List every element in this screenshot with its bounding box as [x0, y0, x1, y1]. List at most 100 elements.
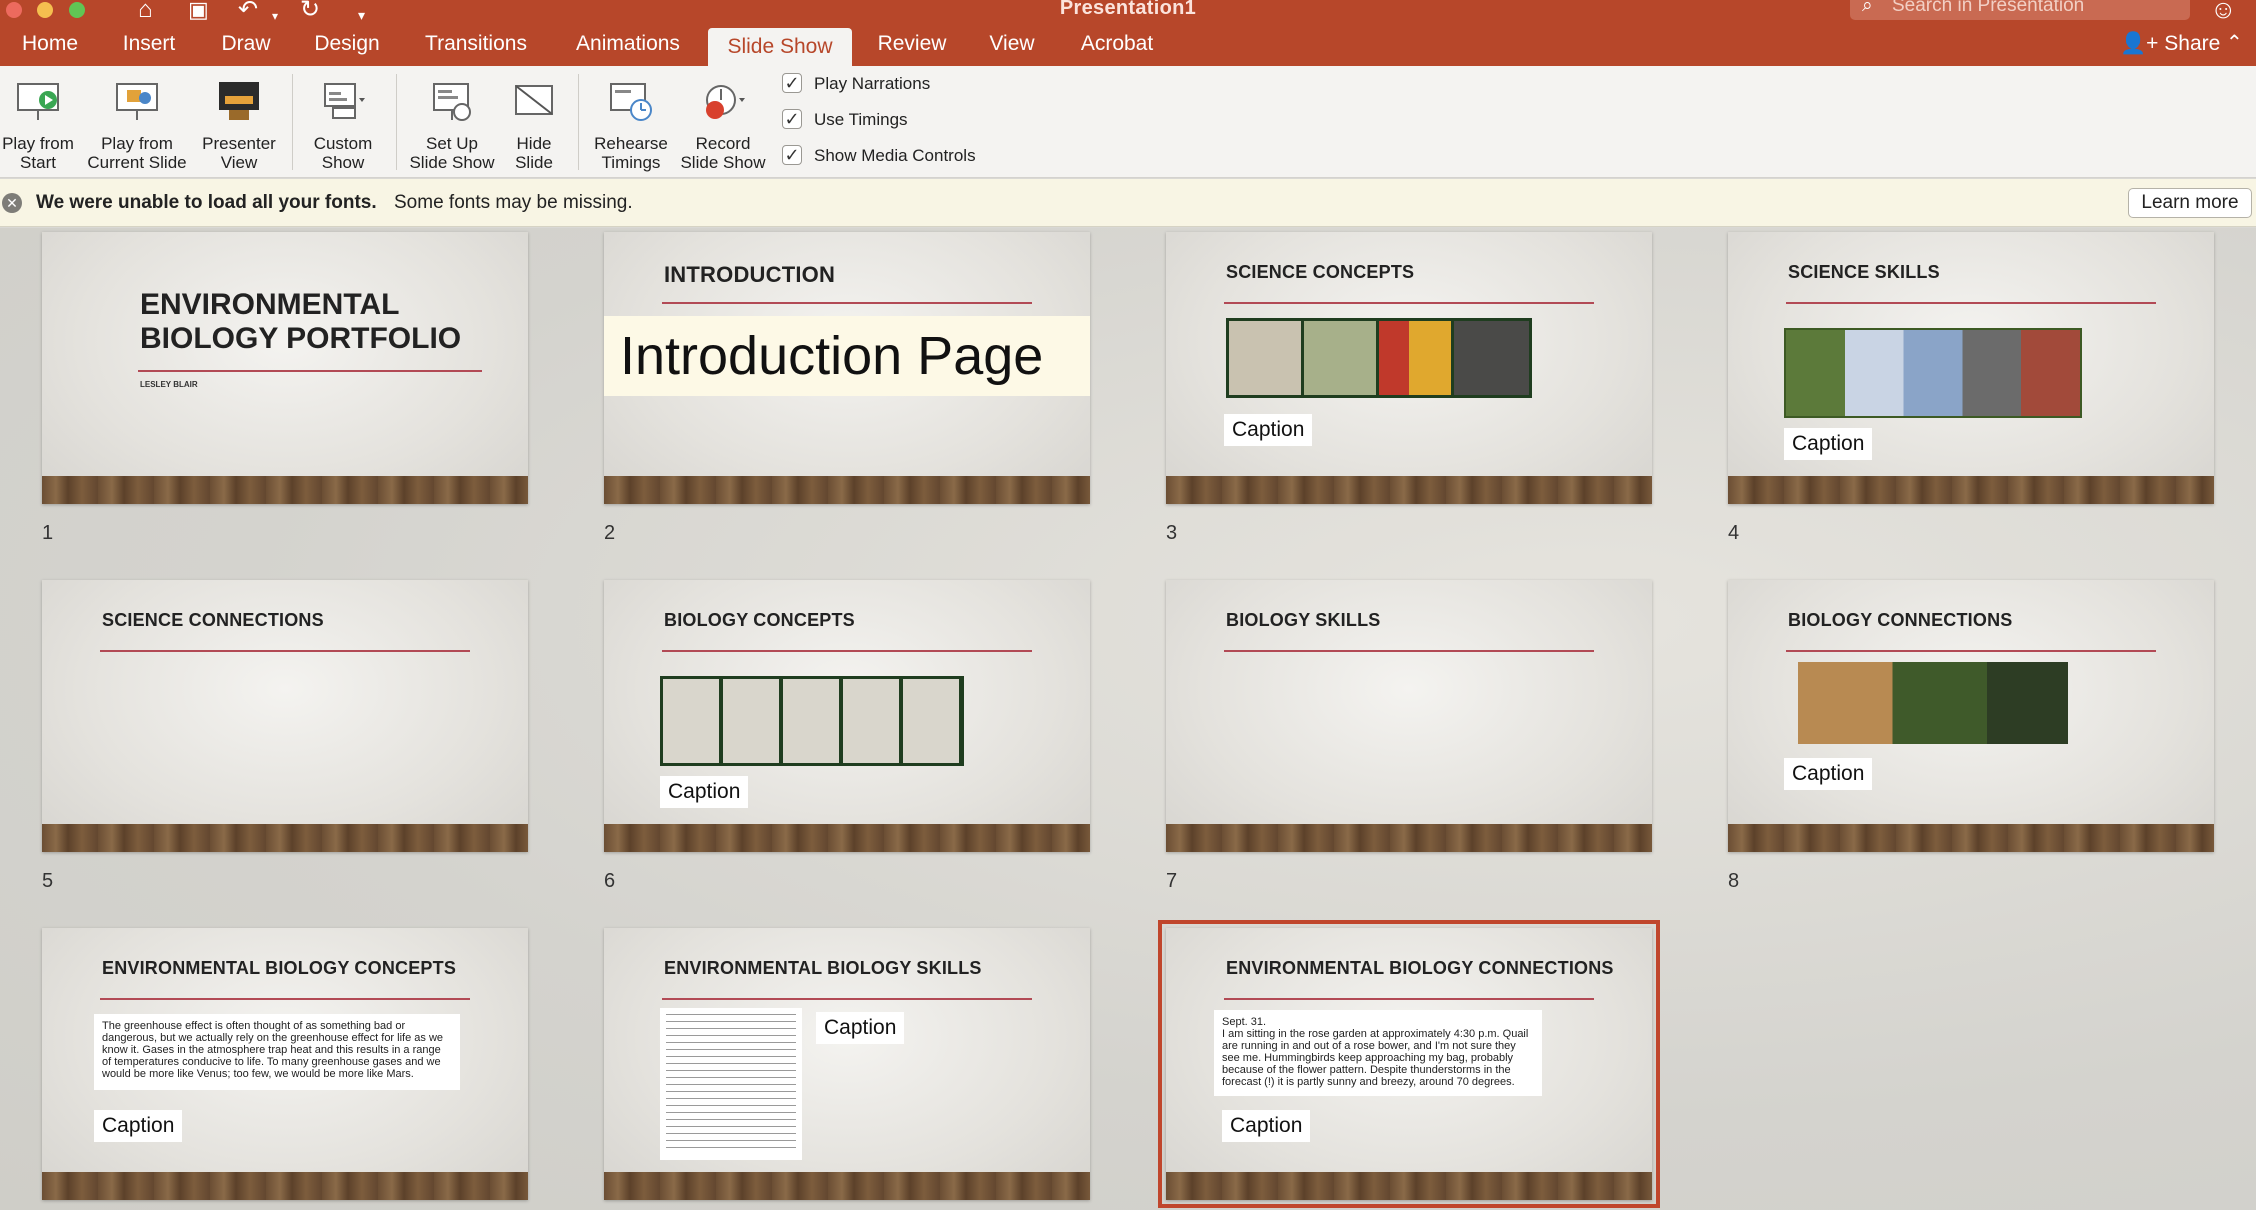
ribbon-separator — [578, 74, 579, 170]
checkmark-icon[interactable]: ✓ — [782, 109, 802, 129]
slide-thumbnail-4[interactable]: SCIENCE SKILLS Caption — [1728, 232, 2214, 504]
slide-thumbnail-7[interactable]: BIOLOGY SKILLS — [1166, 580, 1652, 852]
use-timings-checkbox[interactable]: ✓ Use Timings — [782, 108, 908, 132]
tab-review[interactable]: Review — [874, 22, 950, 66]
share-button[interactable]: 👤+ Share — [2120, 22, 2220, 66]
wood-floor — [604, 824, 1090, 852]
show-media-controls-checkbox[interactable]: ✓ Show Media Controls — [782, 144, 976, 168]
tab-animations[interactable]: Animations — [570, 22, 686, 66]
title-rule — [100, 650, 470, 652]
notification-message: Some fonts may be missing. — [394, 192, 633, 213]
slide-number: 6 — [604, 870, 616, 892]
hide-slide-label: Hide Slide — [515, 134, 553, 172]
caption-label: Caption — [1784, 758, 1873, 790]
title-rule — [100, 998, 470, 1000]
rehearse-timings-button[interactable]: Rehearse Timings — [586, 66, 676, 178]
title-rule — [138, 370, 482, 372]
search-input[interactable]: ⌕ Search in Presentation — [1850, 0, 2190, 20]
slide-11-body-text: Sept. 31. I am sitting in the rose garde… — [1214, 1010, 1542, 1096]
slide-thumbnail-11[interactable]: ENVIRONMENTAL BIOLOGY CONNECTIONS Sept. … — [1158, 920, 1660, 1208]
presenter-view-button[interactable]: Presenter View — [196, 66, 282, 178]
checkmark-icon[interactable]: ✓ — [782, 73, 802, 93]
title-bar: ⌂ ▣ ↶ ▾ ↻ ▾ Presentation1 ⌕ Search in Pr… — [0, 0, 2256, 24]
play-narrations-checkbox[interactable]: ✓ Play Narrations — [782, 72, 930, 96]
caption-label: Caption — [816, 1012, 905, 1044]
slide-9-body-text: The greenhouse effect is often thought o… — [94, 1014, 460, 1090]
title-rule — [1786, 302, 2156, 304]
tab-draw[interactable]: Draw — [218, 22, 274, 66]
hide-slide-button[interactable]: Hide Slide — [504, 66, 564, 178]
presenter-view-label: Presenter View — [202, 134, 276, 172]
wood-floor — [1166, 1172, 1652, 1200]
slide-1-author: LESLEY BLAIR — [140, 380, 198, 389]
slide-number: 5 — [42, 870, 54, 892]
slide-sorter: ENVIRONMENTAL BIOLOGY PORTFOLIO LESLEY B… — [0, 228, 2256, 1210]
tab-transitions[interactable]: Transitions — [420, 22, 532, 66]
caption-label: Caption — [1222, 1110, 1311, 1142]
title-rule — [662, 998, 1032, 1000]
wood-floor — [1166, 476, 1652, 504]
slide-thumbnail-2[interactable]: INTRODUCTION Introduction Page — [604, 232, 1090, 504]
tab-insert[interactable]: Insert — [118, 22, 180, 66]
play-from-current-icon — [116, 83, 158, 120]
wood-floor — [1166, 824, 1652, 852]
title-rule — [1224, 302, 1594, 304]
play-from-current-label: Play from Current Slide — [87, 134, 187, 172]
custom-show-icon — [324, 83, 365, 119]
tab-home[interactable]: Home — [20, 22, 80, 66]
slide-10-title: ENVIRONMENTAL BIOLOGY SKILLS — [664, 958, 982, 978]
tab-view[interactable]: View — [986, 22, 1038, 66]
play-from-start-icon — [17, 83, 59, 120]
slide-number: 1 — [42, 522, 54, 544]
wood-floor — [42, 476, 528, 504]
record-slide-show-icon — [706, 85, 745, 119]
wood-floor — [42, 1172, 528, 1200]
learn-more-button[interactable]: Learn more — [2128, 188, 2252, 218]
wood-floor — [42, 824, 528, 852]
collapse-ribbon-icon[interactable]: ⌃ — [2226, 30, 2243, 55]
slide-5-title: SCIENCE CONNECTIONS — [102, 610, 324, 630]
caption-label: Caption — [94, 1110, 183, 1142]
slide-number: 3 — [1166, 522, 1178, 544]
slide-1-title-line-1: ENVIRONMENTAL — [140, 288, 400, 321]
science-skills-image — [1784, 328, 2082, 418]
use-timings-label: Use Timings — [814, 110, 908, 129]
wood-floor — [1728, 824, 2214, 852]
slide-11-title: ENVIRONMENTAL BIOLOGY CONNECTIONS — [1226, 958, 1614, 978]
caption-label: Caption — [660, 776, 749, 808]
dismiss-notification-icon[interactable]: ✕ — [2, 193, 22, 213]
play-from-start-label: Play from Start — [2, 134, 74, 172]
slide-1-title-line-2: BIOLOGY PORTFOLIO — [140, 322, 462, 355]
presenter-view-icon — [219, 82, 259, 120]
slide-thumbnail-8[interactable]: BIOLOGY CONNECTIONS Caption — [1728, 580, 2214, 852]
title-rule — [1224, 998, 1594, 1000]
custom-show-label: Custom Show — [313, 134, 373, 172]
wood-floor — [604, 476, 1090, 504]
ribbon-separator — [292, 74, 293, 170]
rehearse-timings-icon — [610, 83, 652, 121]
custom-show-button[interactable]: Custom Show — [300, 66, 386, 178]
slide-9-title: ENVIRONMENTAL BIOLOGY CONCEPTS — [102, 958, 457, 978]
wood-floor — [604, 1172, 1090, 1200]
slide-thumbnail-3[interactable]: SCIENCE CONCEPTS Caption — [1166, 232, 1652, 504]
tab-slide-show[interactable]: Slide Show — [708, 28, 852, 66]
slide-number: 8 — [1728, 870, 1740, 892]
slide-thumbnail-9[interactable]: ENVIRONMENTAL BIOLOGY CONCEPTS The green… — [42, 928, 528, 1200]
introduction-page-text: Introduction Page — [604, 316, 1090, 396]
slide-thumbnail-5[interactable]: SCIENCE CONNECTIONS — [42, 580, 528, 852]
slide-thumbnail-10[interactable]: ENVIRONMENTAL BIOLOGY SKILLS Caption — [604, 928, 1090, 1200]
checkmark-icon[interactable]: ✓ — [782, 145, 802, 165]
play-from-current-slide-button[interactable]: Play from Current Slide — [80, 66, 194, 178]
tab-design[interactable]: Design — [310, 22, 384, 66]
missing-fonts-notification: ✕ We were unable to load all your fonts.… — [0, 179, 2256, 227]
slide-thumbnail-6[interactable]: BIOLOGY CONCEPTS Caption — [604, 580, 1090, 852]
play-from-start-button[interactable]: Play from Start — [0, 66, 76, 178]
slide-8-title: BIOLOGY CONNECTIONS — [1788, 610, 2013, 630]
slide-thumbnail-1[interactable]: ENVIRONMENTAL BIOLOGY PORTFOLIO LESLEY B… — [42, 232, 528, 504]
record-slide-show-button[interactable]: Record Slide Show — [676, 66, 770, 178]
slide-number: 2 — [604, 522, 616, 544]
slide-6-title: BIOLOGY CONCEPTS — [664, 610, 855, 630]
tab-acrobat[interactable]: Acrobat — [1076, 22, 1158, 66]
slide-number: 4 — [1728, 522, 1740, 544]
set-up-slide-show-button[interactable]: Set Up Slide Show — [404, 66, 500, 178]
